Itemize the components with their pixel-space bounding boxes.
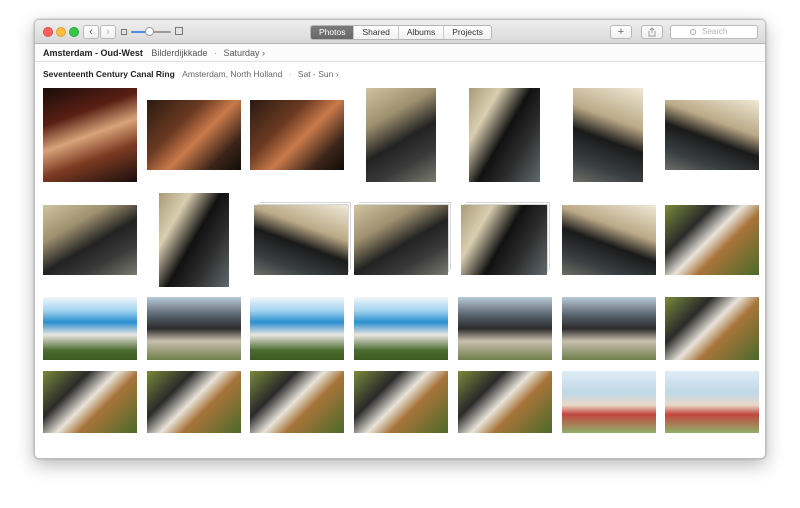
minimize-window-button[interactable] <box>56 27 66 37</box>
tab-albums[interactable]: Albums <box>399 26 445 39</box>
photo-bar-cat[interactable] <box>43 88 137 182</box>
photo-festival-5[interactable] <box>354 297 448 360</box>
photo-cat-1[interactable] <box>366 88 436 182</box>
photo-cooking-4[interactable] <box>354 371 448 433</box>
search-icon <box>690 29 696 35</box>
photo-cat-6[interactable] <box>159 193 229 287</box>
chevron-right-icon: › <box>106 26 110 38</box>
zoom-in-icon <box>175 27 183 35</box>
photo-bar-woman[interactable] <box>147 100 241 170</box>
fullscreen-window-button[interactable] <box>69 27 79 37</box>
view-tabs: Photos Shared Albums Projects <box>310 25 492 40</box>
photos-window: ‹ › Photos Shared Albums Projects + Sear… <box>34 19 766 459</box>
photo-cooking-5[interactable] <box>458 371 552 433</box>
photo-bar-woman-2[interactable] <box>250 100 344 170</box>
photo-festival-6[interactable] <box>458 297 552 360</box>
photo-blur-1[interactable] <box>562 371 656 433</box>
photo-blur-2[interactable] <box>665 371 759 433</box>
collection-date[interactable]: Saturday › <box>223 48 265 58</box>
photo-festival-7[interactable] <box>562 297 656 360</box>
moment-location[interactable]: Amsterdam, North Holland <box>182 69 282 79</box>
tab-photos[interactable]: Photos <box>311 26 355 39</box>
chevron-left-icon: ‹ <box>89 26 93 38</box>
plus-icon: + <box>617 26 625 38</box>
zoom-slider-knob[interactable] <box>145 27 154 36</box>
breadcrumb: Amsterdam - Oud-West Bilderdijkkade · Sa… <box>35 44 765 62</box>
photo-cooking-1[interactable] <box>43 371 137 433</box>
close-window-button[interactable] <box>43 27 53 37</box>
collection-location[interactable]: Bilderdijkkade <box>151 48 207 58</box>
zoom-out-icon <box>121 29 127 35</box>
photo-cat-5[interactable] <box>43 205 137 275</box>
photo-festival-2[interactable] <box>43 297 137 360</box>
photo-cooking-3[interactable] <box>250 371 344 433</box>
share-button[interactable] <box>641 25 663 39</box>
photo-cat-stack-1[interactable] <box>254 205 348 275</box>
photo-festival-8[interactable] <box>665 297 759 360</box>
collection-title[interactable]: Amsterdam - Oud-West <box>43 48 143 58</box>
tab-projects[interactable]: Projects <box>444 26 491 39</box>
photo-cat-4[interactable] <box>665 100 759 170</box>
add-button[interactable]: + <box>610 25 632 39</box>
moment-header: Seventeenth Century Canal Ring Amsterdam… <box>43 69 339 79</box>
moment-separator: · <box>288 69 292 79</box>
moment-date[interactable]: Sat - Sun › <box>298 69 339 79</box>
breadcrumb-separator: · <box>213 48 217 58</box>
photo-cat-2[interactable] <box>469 88 540 182</box>
moment-title[interactable]: Seventeenth Century Canal Ring <box>43 69 175 79</box>
photo-cat-stack-3[interactable] <box>461 205 547 275</box>
photo-cat-stack-2[interactable] <box>354 205 448 275</box>
forward-button[interactable]: › <box>100 25 116 39</box>
toolbar: ‹ › Photos Shared Albums Projects + Sear… <box>35 20 765 44</box>
photo-cooking-2[interactable] <box>147 371 241 433</box>
back-button[interactable]: ‹ <box>83 25 99 39</box>
photo-festival-3[interactable] <box>147 297 241 360</box>
photo-cat-7[interactable] <box>562 205 656 275</box>
tab-shared[interactable]: Shared <box>354 26 399 39</box>
share-icon <box>648 27 656 37</box>
search-placeholder: Search <box>702 27 728 36</box>
photo-festival-1[interactable] <box>665 205 759 275</box>
photo-cat-3[interactable] <box>573 88 643 182</box>
photo-festival-4[interactable] <box>250 297 344 360</box>
